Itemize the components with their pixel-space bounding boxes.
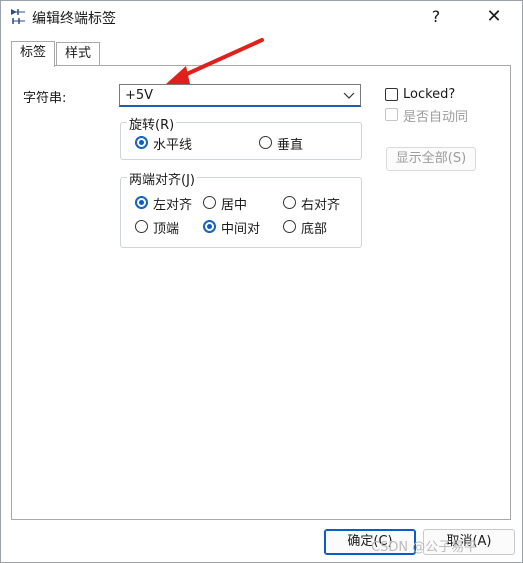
help-button[interactable]: ? [421,4,451,30]
show-all-button[interactable]: 显示全部(S) [386,147,476,171]
locked-checkbox[interactable] [385,88,398,101]
radio-align-bottom[interactable] [283,220,296,233]
tab-style[interactable]: 样式 [56,42,100,65]
align-right-label: 右对齐 [301,198,341,213]
auto-same-label: 是否自动同 [403,110,469,125]
vertical-label: 垂直 [277,138,304,153]
radio-align-right[interactable] [283,196,296,209]
chevron-down-icon[interactable] [342,87,356,103]
align-center-label: 居中 [221,198,248,213]
radio-align-top[interactable] [135,220,148,233]
locked-label: Locked? [403,87,456,102]
radio-horizontal[interactable] [135,136,148,149]
string-combo[interactable]: +5V [119,84,361,107]
dialog-window: 编辑终端标签 ? ✕ 标签 样式 字符串: +5V Locked? 是否自动同 … [0,0,523,563]
string-label: 字符串: [23,91,67,106]
justify-title: 两端对齐(J) [127,169,197,188]
radio-align-left[interactable] [135,196,148,209]
align-top-label: 顶端 [153,222,180,237]
title-bar: 编辑终端标签 ? ✕ [1,1,522,33]
align-bottom-label: 底部 [301,222,328,237]
radio-align-middle[interactable] [203,220,216,233]
radio-align-center[interactable] [203,196,216,209]
radio-vertical[interactable] [259,136,272,149]
terminal-label-icon [11,9,25,24]
rotation-title: 旋转(R) [127,114,177,133]
watermark: CSDN @公子易平 [371,540,478,555]
close-button[interactable]: ✕ [477,4,511,30]
window-title: 编辑终端标签 [32,11,116,27]
align-left-label: 左对齐 [153,198,193,213]
align-middle-label: 中间对 [221,222,261,237]
tab-label[interactable]: 标签 [11,41,55,67]
horizontal-label: 水平线 [153,138,193,153]
auto-same-checkbox[interactable] [385,108,398,121]
string-value: +5V [125,88,154,103]
